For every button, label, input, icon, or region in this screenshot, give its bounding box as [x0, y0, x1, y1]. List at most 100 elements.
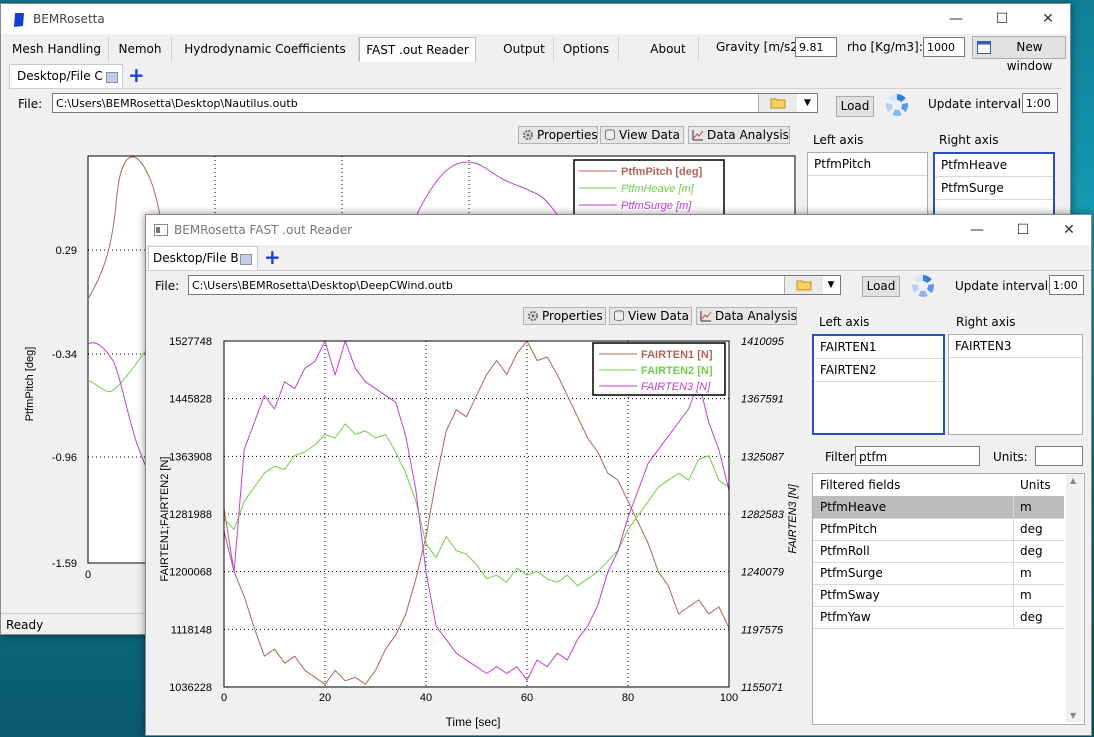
y-right-tick-label: 1325087: [741, 451, 785, 463]
add-tab-icon[interactable]: +: [128, 65, 145, 85]
units-input[interactable]: [1035, 446, 1083, 466]
y-left-tick-label: 1281988: [169, 509, 212, 521]
gear-icon: [528, 311, 538, 321]
list-item[interactable]: PtfmPitch: [808, 153, 927, 176]
file-path-input[interactable]: C:\Users\BEMRosetta\Desktop\Nautilus.out…: [52, 93, 818, 113]
minimize-button[interactable]: —: [933, 4, 979, 34]
x-tick-label: 60: [521, 692, 533, 704]
window-icon: [977, 41, 991, 54]
doc-tab-close-icon[interactable]: [106, 72, 118, 83]
tab-mesh-handling[interactable]: Mesh Handling: [5, 37, 109, 61]
new-window-label: New window: [1006, 40, 1053, 73]
tab-fast-out-reader[interactable]: FAST .out Reader: [359, 37, 476, 62]
tab-about[interactable]: About: [638, 37, 699, 61]
table-row[interactable]: PtfmRoll deg: [813, 540, 1064, 563]
table-row[interactable]: PtfmSurge m: [813, 562, 1064, 585]
table-row[interactable]: PtfmPitch deg: [813, 518, 1064, 541]
loading-spinner-icon: [912, 275, 934, 297]
back-ytick: -0.34: [52, 349, 77, 361]
gravity-input[interactable]: 9.81: [795, 37, 837, 57]
list-item[interactable]: FAIRTEN3: [949, 335, 1082, 358]
file-path-input[interactable]: C:\Users\BEMRosetta\Desktop\DeepCWind.ou…: [188, 275, 841, 295]
table-row[interactable]: PtfmSway m: [813, 584, 1064, 607]
doc-tab-bar: Desktop/File B +: [148, 246, 298, 271]
header-filtered-fields[interactable]: Filtered fields: [820, 474, 900, 496]
folder-icon: [770, 98, 786, 109]
data-analysis-label: Data Analysis: [707, 128, 789, 142]
column-divider: [1013, 540, 1014, 562]
list-item[interactable]: PtfmHeave: [935, 154, 1053, 177]
x-tick-label: 100: [720, 692, 738, 704]
chart-analysis-icon: [700, 311, 712, 322]
table-header: Filtered fields Units: [813, 474, 1064, 497]
back-legend: PtfmPitch [deg] PtfmHeave [m] PtfmSurge …: [573, 159, 725, 216]
view-data-button[interactable]: View Data: [600, 126, 684, 144]
properties-button[interactable]: Properties: [518, 126, 598, 144]
right-axis-list[interactable]: FAIRTEN3: [948, 334, 1083, 435]
unit-cell: deg: [1020, 544, 1043, 558]
left-axis-list[interactable]: PtfmPitch: [807, 152, 928, 222]
y-left-tick-label: 1445828: [169, 394, 212, 406]
update-interval-input[interactable]: 1:00: [1049, 275, 1084, 295]
back-legend-surge: PtfmSurge [m]: [621, 200, 692, 212]
doc-tab-file-b[interactable]: Desktop/File B: [148, 246, 258, 271]
load-button[interactable]: Load: [836, 96, 874, 117]
folder-button[interactable]: [758, 94, 797, 112]
left-axis-title: Left axis: [819, 315, 870, 329]
header-units[interactable]: Units: [1020, 474, 1051, 496]
back-ylabel: PtfmPitch [deg]: [24, 347, 36, 422]
right-axis-title: Right axis: [956, 315, 1016, 329]
tab-options[interactable]: Options: [554, 37, 619, 61]
scroll-up-icon[interactable]: ▲: [1070, 476, 1076, 485]
properties-label: Properties: [537, 128, 598, 142]
maximize-button[interactable]: ☐: [979, 4, 1025, 34]
tab-output[interactable]: Output: [495, 37, 554, 61]
unit-cell: deg: [1020, 610, 1043, 624]
doc-tab-bar: Desktop/File C +: [9, 64, 169, 89]
list-item[interactable]: FAIRTEN1: [814, 336, 943, 359]
add-tab-icon[interactable]: +: [264, 247, 281, 267]
view-data-label: View Data: [628, 309, 689, 323]
x-tick-label: 40: [420, 692, 432, 704]
column-divider: [1013, 606, 1014, 628]
filter-input[interactable]: ptfm: [855, 446, 980, 466]
table-scrollbar[interactable]: ▲ ▼: [1066, 474, 1083, 722]
front-window: BEMRosetta FAST .out Reader — ☐ ✕ Deskto…: [145, 214, 1092, 736]
minimize-button[interactable]: —: [954, 215, 1000, 245]
table-row[interactable]: PtfmYaw deg: [813, 606, 1064, 629]
close-button[interactable]: ✕: [1046, 215, 1091, 245]
file-label: File:: [155, 279, 180, 293]
tab-nemoh[interactable]: Nemoh: [109, 37, 172, 61]
column-divider: [1013, 518, 1014, 540]
units-label: Units:: [993, 450, 1028, 464]
list-item[interactable]: FAIRTEN2: [814, 359, 943, 382]
loading-spinner-icon: [886, 94, 908, 116]
load-button[interactable]: Load: [862, 276, 900, 297]
field-name-cell: PtfmRoll: [820, 544, 870, 558]
table-row[interactable]: PtfmHeave m: [813, 496, 1064, 519]
data-analysis-button[interactable]: Data Analysis: [688, 126, 790, 144]
properties-label: Properties: [542, 309, 603, 323]
legend-entry: FAIRTEN2 [N]: [641, 365, 713, 377]
scroll-down-icon[interactable]: ▼: [1070, 711, 1076, 720]
filtered-fields-table: Filtered fields Units PtfmHeave m PtfmPitc…: [812, 473, 1085, 725]
maximize-button[interactable]: ☐: [1000, 215, 1046, 245]
gear-icon: [523, 130, 533, 140]
list-item[interactable]: PtfmSurge: [935, 177, 1053, 200]
left-axis-list[interactable]: FAIRTEN1 FAIRTEN2: [812, 334, 945, 435]
doc-tab-close-icon[interactable]: [240, 254, 252, 265]
close-button[interactable]: ✕: [1025, 4, 1070, 34]
doc-tab-file-c[interactable]: Desktop/File C: [9, 64, 123, 89]
rho-input[interactable]: 1000: [923, 37, 965, 57]
tab-hydrodynamic-coefficients[interactable]: Hydrodynamic Coefficients: [172, 37, 359, 61]
new-window-button[interactable]: New window: [972, 36, 1066, 73]
file-dropdown-arrow[interactable]: ▼: [822, 276, 840, 294]
status-text: Ready: [6, 618, 44, 632]
back-xtick: 0: [85, 569, 91, 581]
x-tick-label: 80: [622, 692, 634, 704]
update-interval-input[interactable]: 1:00: [1022, 93, 1058, 113]
folder-button[interactable]: [784, 276, 823, 294]
legend-entry: FAIRTEN3 [N]: [641, 381, 711, 393]
file-dropdown-arrow[interactable]: ▼: [798, 94, 817, 112]
right-axis-list[interactable]: PtfmHeave PtfmSurge: [933, 152, 1055, 222]
